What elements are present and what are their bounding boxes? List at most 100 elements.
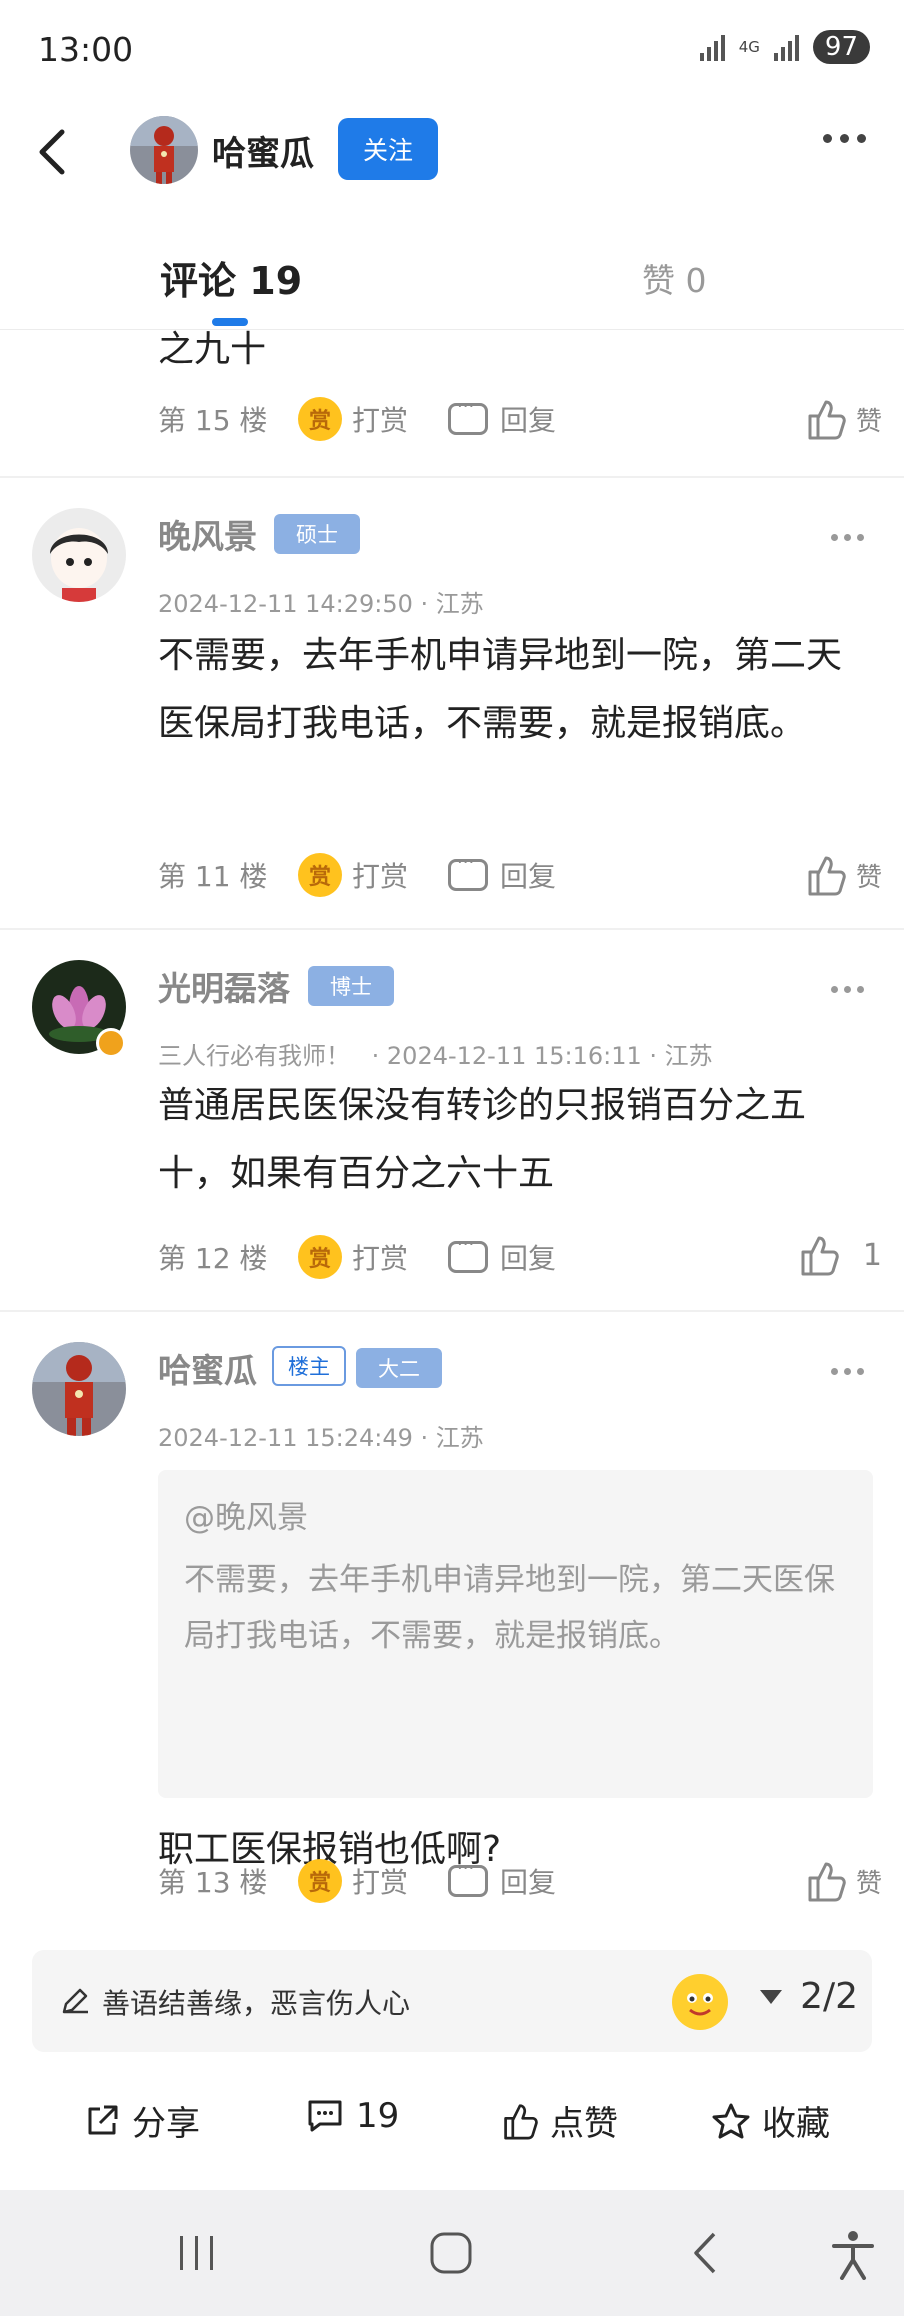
thumb-up-icon (504, 2103, 538, 2139)
share-icon (88, 2105, 118, 2134)
like-button[interactable]: 1 (799, 1234, 882, 1276)
reply-button[interactable]: 回复 (448, 1858, 557, 1901)
quoted-reply[interactable]: @晚风景 不需要，去年手机申请异地到一院，第二天医保局打我电话，不需要，就是报销… (158, 1470, 873, 1798)
favorite-label: 收藏 (762, 2104, 830, 2144)
comment-more-icon[interactable] (831, 534, 864, 541)
nav-home-button[interactable] (428, 2230, 474, 2280)
tab-active-indicator (212, 318, 248, 326)
comment-more-icon[interactable] (831, 986, 864, 993)
author-name[interactable]: 哈蜜瓜 (212, 126, 314, 175)
reply-label: 回复 (500, 1866, 557, 1899)
favorite-button[interactable]: 收藏 (712, 2096, 830, 2145)
comment-actions: 第 15 楼 赏 打赏 回复 (158, 394, 556, 444)
commenter-name[interactable]: 光明磊落 (158, 962, 290, 1010)
tab-likes[interactable]: 赞 0 (642, 254, 707, 302)
comment-more-icon[interactable] (831, 1368, 864, 1375)
like-post-label: 点赞 (550, 2104, 618, 2144)
divider (0, 476, 904, 478)
reply-button[interactable]: 回复 (448, 396, 556, 439)
reply-icon (448, 1858, 488, 1897)
post-header: 哈蜜瓜 关注 (0, 104, 904, 200)
commenter-name[interactable]: 晚风景 (158, 510, 257, 558)
reply-icon (448, 396, 488, 435)
tab-comments[interactable]: 评论 19 (160, 250, 302, 305)
level-badge: 大二 (356, 1348, 442, 1388)
commenter-name[interactable]: 哈蜜瓜 (158, 1344, 257, 1392)
commenter-avatar[interactable] (32, 508, 126, 602)
like-label: 赞 (855, 406, 882, 437)
reward-button[interactable]: 赏 打赏 (298, 1235, 448, 1279)
emoji-icon[interactable] (672, 1974, 728, 2030)
comments-count: 19 (356, 2096, 400, 2136)
reply-icon (448, 852, 488, 891)
dropdown-icon (760, 1989, 783, 2004)
thumb-up-icon (808, 1862, 846, 1902)
floor-number: 第 11 楼 (158, 860, 268, 893)
like-count: 1 (862, 1237, 882, 1273)
thumb-up-icon (801, 1236, 839, 1276)
reward-button[interactable]: 赏 打赏 (298, 397, 448, 441)
reward-icon: 赏 (298, 853, 342, 897)
like-label: 赞 (855, 1868, 882, 1899)
nav-back-button[interactable] (684, 2230, 730, 2280)
comment-text: 普通居民医保没有转诊的只报销百分之五十，如果有百分之六十五 (158, 1085, 807, 1194)
tab-comments-label: 评论 (160, 259, 237, 303)
comment-signature-timestamp: 三人行必有我师！ · 2024-12-11 15:16:11 · 江苏 (158, 1036, 713, 1071)
status-icons: 4G 97 (699, 30, 870, 64)
author-avatar[interactable] (130, 116, 198, 184)
comments-button[interactable]: 19 (306, 2096, 399, 2136)
tab-comments-count: 19 (249, 259, 303, 303)
comment-input-placeholder[interactable]: 善语结善缘，恶言伤人心 (102, 1982, 410, 2022)
user-signature: 三人行必有我师！ (158, 1042, 350, 1070)
share-button[interactable]: 分享 (84, 2096, 200, 2145)
nav-home-icon (430, 2232, 472, 2274)
tab-bar: 评论 19 赞 0 (0, 230, 904, 330)
status-bar: 13:00 4G 97 (0, 0, 904, 104)
comment-text-partial: 之九十 (158, 330, 267, 370)
signal-icon-2 (773, 33, 799, 61)
thumb-up-icon (808, 400, 846, 440)
quote-mention[interactable]: @晚风景 (184, 1490, 847, 1546)
floor-number: 第 13 楼 (158, 1866, 268, 1899)
status-time: 13:00 (38, 30, 134, 69)
reward-button[interactable]: 赏 打赏 (298, 1859, 448, 1903)
back-button[interactable] (26, 122, 82, 182)
reply-button[interactable]: 回复 (448, 852, 556, 895)
system-nav-bar (0, 2190, 904, 2316)
reward-label: 打赏 (352, 1242, 409, 1275)
tab-likes-label: 赞 (642, 261, 675, 300)
comment-actions: 第 12 楼 赏 打赏 回复 (158, 1232, 556, 1282)
tab-likes-count: 0 (685, 261, 707, 300)
reward-icon: 赏 (298, 1859, 342, 1903)
comment-list[interactable]: 之九十 第 15 楼 赏 打赏 回复 赞 晚风景 硕士 2024-12-11 1… (0, 330, 904, 1920)
commenter-avatar[interactable] (32, 1342, 126, 1436)
reply-icon (448, 1234, 488, 1273)
like-button[interactable]: 赞 (806, 398, 882, 440)
divider (0, 928, 904, 930)
reward-button[interactable]: 赏 打赏 (298, 853, 448, 897)
like-button[interactable]: 赞 (806, 1860, 882, 1902)
like-button[interactable]: 赞 (806, 854, 882, 896)
nav-back-icon (694, 2232, 716, 2274)
comment-input-bar[interactable]: 善语结善缘，恶言伤人心 2/2 (32, 1950, 872, 2052)
accessibility-button[interactable] (830, 2230, 876, 2284)
page-indicator-text: 2/2 (800, 1976, 858, 2017)
bottom-toolbar: 分享 19 点赞 收藏 (0, 2068, 904, 2168)
reward-icon: 赏 (298, 1235, 342, 1279)
comment-timestamp: 2024-12-11 14:29:50 · 江苏 (158, 590, 484, 618)
more-options-icon[interactable] (823, 134, 866, 143)
like-post-button[interactable]: 点赞 (502, 2096, 618, 2145)
follow-button[interactable]: 关注 (338, 118, 438, 180)
comment-text: 不需要，去年手机申请异地到一院，第二天医保局打我电话，不需要，就是报销底。 (158, 635, 843, 744)
like-label: 赞 (855, 862, 882, 893)
page-indicator[interactable]: 2/2 (760, 1976, 858, 2017)
nav-recents-button[interactable] (174, 2230, 220, 2280)
comment-actions: 第 13 楼 赏 打赏 回复 (158, 1856, 556, 1906)
comment-timestamp: · 2024-12-11 15:16:11 · 江苏 (371, 1042, 713, 1070)
reply-button[interactable]: 回复 (448, 1234, 556, 1277)
level-badge: 硕士 (274, 514, 360, 554)
comment-actions: 第 11 楼 赏 打赏 回复 (158, 850, 556, 900)
share-label: 分享 (132, 2104, 200, 2144)
divider (0, 1310, 904, 1312)
back-icon (39, 129, 65, 175)
